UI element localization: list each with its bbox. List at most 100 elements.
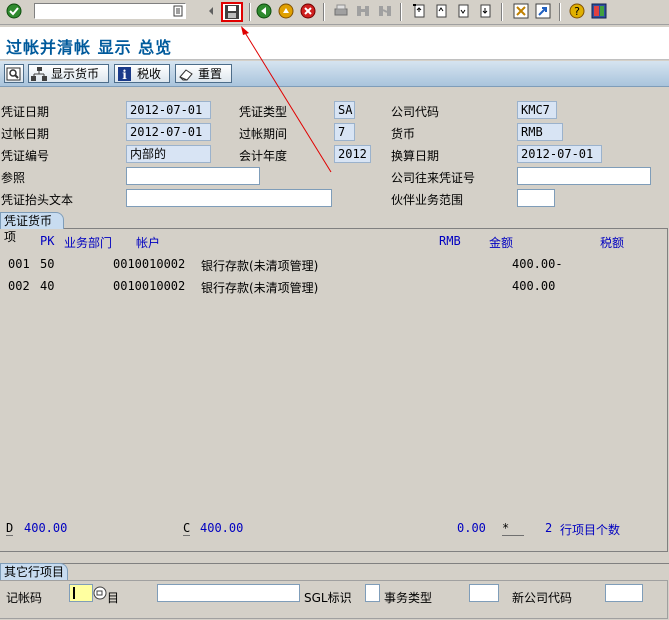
new-company-code-input[interactable] <box>605 584 643 602</box>
row-description: 银行存款(未清项管理) <box>201 259 319 273</box>
balance-total: 0.00 <box>457 521 486 535</box>
svg-text:i: i <box>122 68 127 81</box>
cancel-icon[interactable] <box>300 3 316 19</box>
other-line-tab[interactable]: 其它行项目 <box>0 563 68 580</box>
toolbar-separator <box>323 3 325 21</box>
row-amount: 400.00 <box>512 279 556 293</box>
doc-number-field[interactable]: 内部的 <box>126 145 211 163</box>
first-page-icon[interactable] <box>411 3 427 19</box>
reference-field[interactable] <box>126 167 260 185</box>
page-title: 过帐并清帐 显示 总览 <box>6 38 173 57</box>
translation-date-field[interactable]: 2012-07-01 <box>517 145 602 163</box>
find-next-icon[interactable] <box>377 3 393 19</box>
debit-total: 400.00 <box>24 521 68 535</box>
next-page-icon[interactable] <box>455 3 471 19</box>
info-icon: i <box>117 66 133 82</box>
period-field[interactable]: 7 <box>334 123 355 141</box>
enter-icon[interactable] <box>6 3 22 19</box>
toolbar-separator <box>249 3 251 21</box>
col-tax: 税额 <box>600 236 625 250</box>
search-help-icon[interactable] <box>93 586 107 603</box>
tax-button[interactable]: i 税收 <box>114 64 170 83</box>
reset-label: 重置 <box>198 67 223 81</box>
trans-type-label: 事务类型 <box>384 591 433 605</box>
print-icon[interactable] <box>333 3 349 19</box>
new-session-icon[interactable] <box>513 3 529 19</box>
partner-ba-field[interactable] <box>517 189 555 207</box>
magnifier-icon <box>6 67 22 81</box>
col-pk: PK <box>40 234 55 248</box>
currency-label: 货币 <box>391 127 416 141</box>
row-posting-key: 40 <box>40 279 55 293</box>
hierarchy-icon <box>31 66 47 81</box>
account-input[interactable] <box>157 584 300 602</box>
find-icon[interactable] <box>355 3 371 19</box>
company-code-label: 公司代码 <box>391 105 440 119</box>
system-toolbar: ? <box>0 0 669 25</box>
fiscal-year-field[interactable]: 2012 <box>334 145 371 163</box>
col-currency: RMB <box>439 234 461 248</box>
sgl-label: SGL标识 <box>304 591 352 605</box>
save-icon[interactable] <box>221 2 243 22</box>
row-number: 002 <box>8 279 30 293</box>
new-company-code-label: 新公司代码 <box>512 591 573 605</box>
header-text-label: 凭证抬头文本 <box>1 193 74 207</box>
fiscal-year-label: 会计年度 <box>239 149 288 163</box>
trans-type-input[interactable] <box>469 584 499 602</box>
toolbar-separator <box>400 3 402 21</box>
row-posting-key: 50 <box>40 257 55 271</box>
overview-button[interactable] <box>4 64 24 83</box>
posting-date-label: 过帐日期 <box>1 127 50 141</box>
account-label: 目 <box>107 591 120 605</box>
currency-field[interactable]: RMB <box>517 123 563 141</box>
display-currency-label: 显示货币 <box>51 67 100 81</box>
command-field[interactable] <box>34 3 186 19</box>
doc-date-field[interactable]: 2012-07-01 <box>126 101 211 119</box>
sgl-input[interactable] <box>365 584 380 602</box>
items-tab[interactable]: 凭证货币项 <box>0 212 64 244</box>
dropdown-icon[interactable] <box>173 5 183 20</box>
intercompany-field[interactable] <box>517 167 651 185</box>
prev-page-icon[interactable] <box>433 3 449 19</box>
back-icon[interactable] <box>256 3 272 19</box>
doc-date-label: 凭证日期 <box>1 105 50 119</box>
application-toolbar: 显示货币 i 税收 重置 <box>0 61 669 87</box>
reset-button[interactable]: 重置 <box>175 64 232 83</box>
posting-key-label: 记帐码 <box>6 591 43 605</box>
col-account: 帐户 <box>136 236 161 250</box>
eraser-icon <box>178 67 194 81</box>
partner-ba-label: 伙伴业务范围 <box>391 193 464 207</box>
header-text-field[interactable] <box>126 189 332 207</box>
translation-date-label: 换算日期 <box>391 149 440 163</box>
text-cursor <box>73 587 75 599</box>
posting-date-field[interactable]: 2012-07-01 <box>126 123 211 141</box>
shortcut-icon[interactable] <box>535 3 551 19</box>
company-code-field[interactable]: KMC7 <box>517 101 557 119</box>
row-account[interactable]: 0010010002 <box>113 257 185 271</box>
doc-type-label: 凭证类型 <box>239 105 288 119</box>
toolbar-separator <box>501 3 503 21</box>
balance-indicator: * <box>502 521 524 536</box>
tax-label: 税收 <box>137 67 162 81</box>
credit-total: 400.00 <box>200 521 244 535</box>
col-amount: 金额 <box>489 236 514 250</box>
display-currency-button[interactable]: 显示货币 <box>28 64 109 83</box>
col-business-area: 业务部门 <box>64 236 113 250</box>
last-page-icon[interactable] <box>477 3 493 19</box>
toolbar-separator <box>559 3 561 21</box>
intercompany-label: 公司往来凭证号 <box>391 171 476 185</box>
row-account[interactable]: 0010010002 <box>113 279 185 293</box>
credit-label: C <box>183 521 191 536</box>
layout-icon[interactable] <box>591 3 607 19</box>
row-description: 银行存款(未清项管理) <box>201 281 319 295</box>
exit-icon[interactable] <box>278 3 294 19</box>
doc-number-label: 凭证编号 <box>1 149 50 163</box>
doc-type-field[interactable]: SA <box>334 101 355 119</box>
help-icon[interactable]: ? <box>569 3 585 19</box>
back-arrow-icon[interactable] <box>203 3 219 19</box>
item-count: 2 <box>545 521 553 535</box>
debit-label: D <box>6 521 14 536</box>
reference-label: 参照 <box>1 171 26 185</box>
posting-key-input[interactable] <box>69 584 93 602</box>
row-number: 001 <box>8 257 30 271</box>
